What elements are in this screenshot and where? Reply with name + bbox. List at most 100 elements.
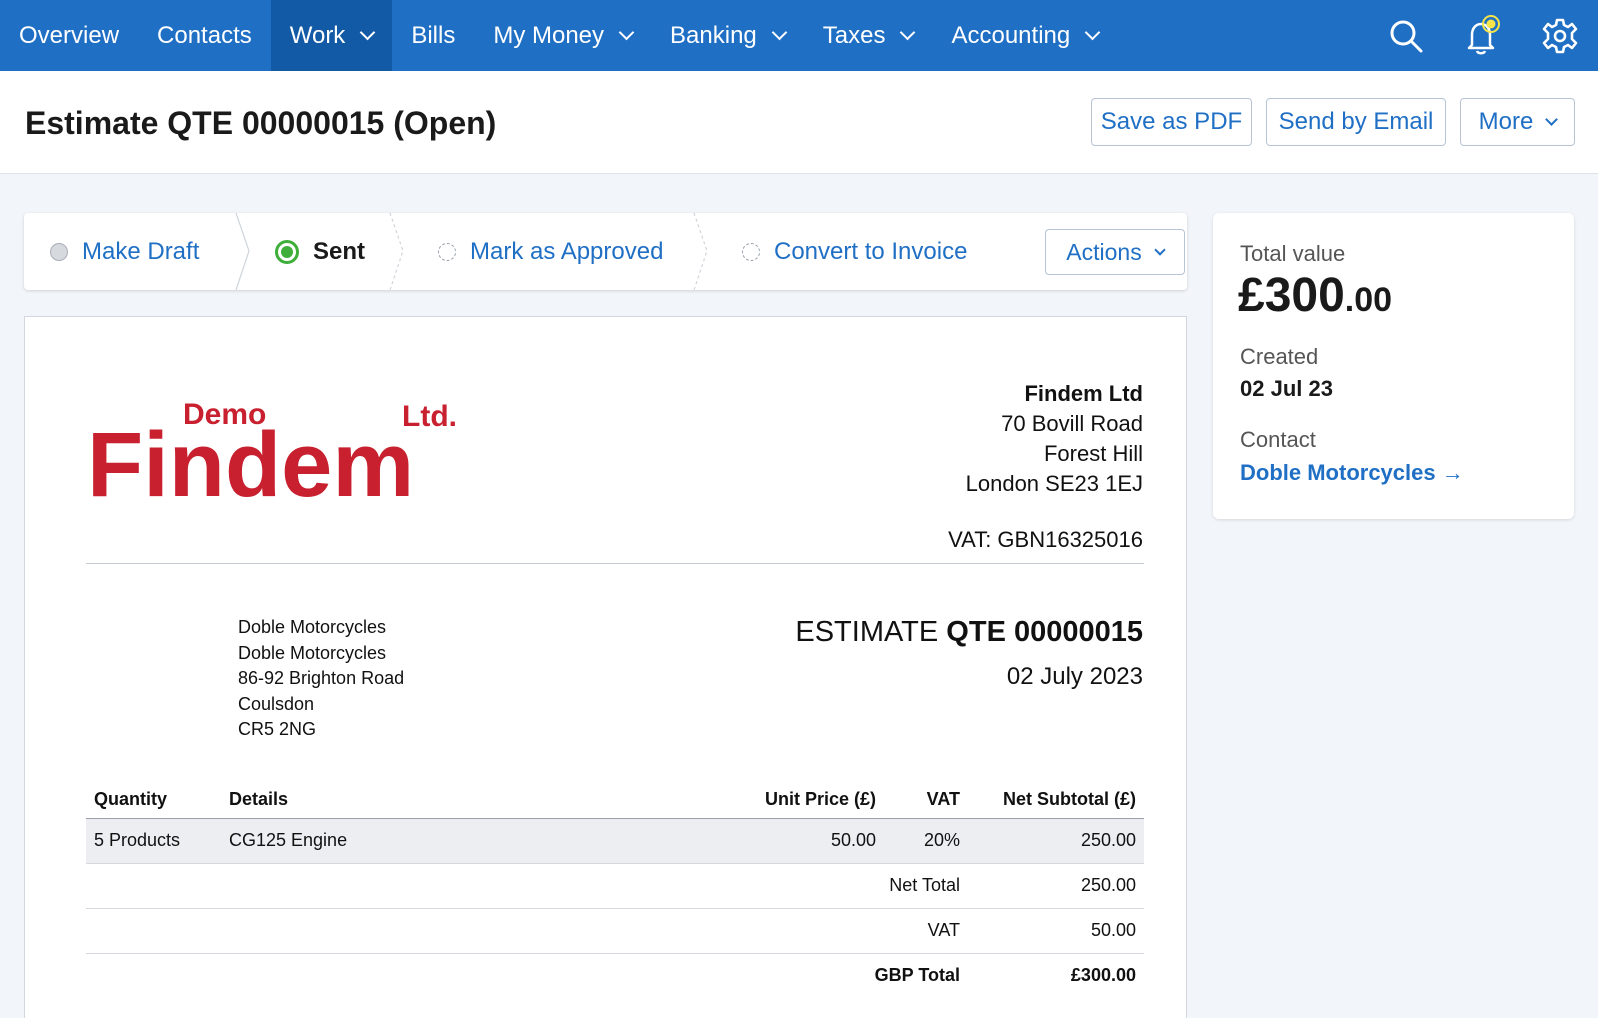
search-button[interactable] xyxy=(1367,0,1444,71)
status-current-icon xyxy=(275,239,299,264)
nav-accounting[interactable]: Accounting xyxy=(932,0,1117,71)
contact-label: Contact xyxy=(1240,427,1316,452)
step-convert-invoice[interactable]: Convert to Invoice xyxy=(742,213,967,290)
created-label: Created xyxy=(1240,344,1319,369)
page-title: Estimate QTE 00000015 (Open) xyxy=(25,105,497,141)
notifications-button[interactable] xyxy=(1444,0,1521,71)
save-as-pdf-button[interactable]: Save as PDF xyxy=(1091,98,1252,146)
company-address: Findem Ltd 70 Bovill Road Forest Hill Lo… xyxy=(966,379,1143,499)
customer-address-line: Doble Motorcycles xyxy=(238,617,387,637)
totals-row: Net Total 250.00 xyxy=(86,863,1144,909)
company-address-line: 70 Bovill Road xyxy=(1001,411,1143,436)
status-pending-icon xyxy=(438,242,456,261)
table-row: 5 Products CG125 Engine 50.00 20% 250.00 xyxy=(86,818,1144,864)
customer-address: Doble Motorcycles Doble Motorcycles 86-9… xyxy=(238,615,404,743)
created-value: 02 Jul 23 xyxy=(1240,376,1333,401)
nav-label: Taxes xyxy=(822,21,886,49)
bell-icon xyxy=(1467,14,1500,54)
status-dot-icon xyxy=(50,242,68,261)
cell-quantity: 5 Products xyxy=(86,818,221,864)
estimate-heading: ESTIMATE QTE 00000015 xyxy=(795,616,1143,649)
estimate-date: 02 July 2023 xyxy=(1006,663,1143,690)
chevron-down-icon xyxy=(900,24,916,41)
more-label: More xyxy=(1478,108,1534,135)
step-divider xyxy=(389,213,404,290)
top-nav: Overview Contacts Work Bills My Money Ba… xyxy=(0,0,1598,71)
page-header: Estimate QTE 00000015 (Open) Save as PDF… xyxy=(0,71,1598,174)
gear-icon xyxy=(1542,18,1577,53)
total-value-decimal: .00 xyxy=(1344,281,1393,319)
nav-label: Banking xyxy=(670,21,757,49)
nav-overview[interactable]: Overview xyxy=(0,0,138,71)
table-header-row: Quantity Details Unit Price (£) VAT Net … xyxy=(86,782,1144,819)
company-name: Findem Ltd xyxy=(1024,381,1143,406)
search-icon xyxy=(1390,20,1422,52)
total-value-label: Total value xyxy=(1240,241,1346,266)
customer-address-line: 86-92 Brighton Road xyxy=(238,668,405,688)
nav-work[interactable]: Work xyxy=(270,0,393,71)
status-workflow: Make Draft Sent Mark as Approved Convert… xyxy=(24,213,1187,290)
nav-label: Work xyxy=(289,21,346,49)
total-value: 50.00 xyxy=(968,908,1144,954)
nav-taxes[interactable]: Taxes xyxy=(804,0,933,71)
step-label: Make Draft xyxy=(82,237,200,265)
total-value-amount: £300.00 xyxy=(1238,268,1392,323)
column-header: Details xyxy=(221,782,701,819)
nav-banking[interactable]: Banking xyxy=(651,0,804,71)
chevron-down-icon xyxy=(618,24,635,41)
customer-address-line: Coulsdon xyxy=(238,693,315,714)
chevron-down-icon xyxy=(360,24,376,41)
estimate-label: ESTIMATE xyxy=(795,616,939,648)
total-label: GBP Total xyxy=(874,965,960,986)
logo-ltd: Ltd. xyxy=(402,400,457,433)
nav-my-money[interactable]: My Money xyxy=(474,0,651,71)
summary-card: Total value £300.00 Created 02 Jul 23 Co… xyxy=(1213,213,1574,519)
settings-button[interactable] xyxy=(1521,0,1598,71)
column-header: VAT xyxy=(884,782,968,819)
customer-address-line: Doble Motorcycles xyxy=(238,642,387,663)
company-logo: Findem Demo Ltd. xyxy=(87,398,457,504)
chevron-down-icon xyxy=(1545,113,1559,126)
step-divider xyxy=(693,213,708,290)
total-value-main: £300 xyxy=(1238,269,1345,322)
chevron-down-icon xyxy=(771,24,788,41)
company-vat: VAT: GBN16325016 xyxy=(948,527,1143,552)
step-label: Convert to Invoice xyxy=(774,237,968,265)
step-label: Sent xyxy=(313,237,366,265)
column-header: Quantity xyxy=(86,782,221,819)
nav-label: Accounting xyxy=(951,21,1071,49)
line-items-table: Quantity Details Unit Price (£) VAT Net … xyxy=(86,782,1144,998)
actions-dropdown[interactable]: Actions xyxy=(1045,229,1185,275)
nav-contacts[interactable]: Contacts xyxy=(138,0,271,71)
totals-row: GBP Total £300.00 xyxy=(86,953,1144,998)
nav-bills[interactable]: Bills xyxy=(392,0,474,71)
nav-label: Contacts xyxy=(157,21,252,49)
contact-link[interactable]: Doble Motorcycles → xyxy=(1240,460,1464,486)
nav-label: My Money xyxy=(493,21,605,49)
step-mark-approved[interactable]: Mark as Approved xyxy=(438,213,663,290)
step-sent: Sent xyxy=(275,213,365,290)
totals-row: VAT 50.00 xyxy=(86,908,1144,954)
more-dropdown[interactable]: More xyxy=(1460,98,1575,146)
total-value: £300.00 xyxy=(1070,965,1136,986)
estimate-number: QTE 00000015 xyxy=(946,616,1143,648)
column-header: Unit Price (£) xyxy=(701,782,884,819)
cell-vat: 20% xyxy=(884,818,968,864)
chevron-down-icon xyxy=(1154,243,1166,256)
chevron-down-icon xyxy=(1084,24,1101,41)
total-value: 250.00 xyxy=(968,863,1144,909)
company-address-line: Forest Hill xyxy=(1043,441,1143,466)
step-label: Mark as Approved xyxy=(470,237,664,265)
nav-label: Bills xyxy=(411,21,456,49)
step-make-draft[interactable]: Make Draft xyxy=(50,213,199,290)
cell-unit-price: 50.00 xyxy=(701,818,884,864)
column-header: Net Subtotal (£) xyxy=(968,782,1144,819)
cell-details: CG125 Engine xyxy=(221,818,701,864)
cell-subtotal: 250.00 xyxy=(968,818,1144,864)
nav-label: Overview xyxy=(19,21,120,49)
send-by-email-button[interactable]: Send by Email xyxy=(1266,98,1446,146)
actions-label: Actions xyxy=(1066,238,1142,265)
divider xyxy=(86,563,1144,564)
status-pending-icon xyxy=(742,242,760,261)
company-address-line: London SE23 1EJ xyxy=(965,471,1143,496)
